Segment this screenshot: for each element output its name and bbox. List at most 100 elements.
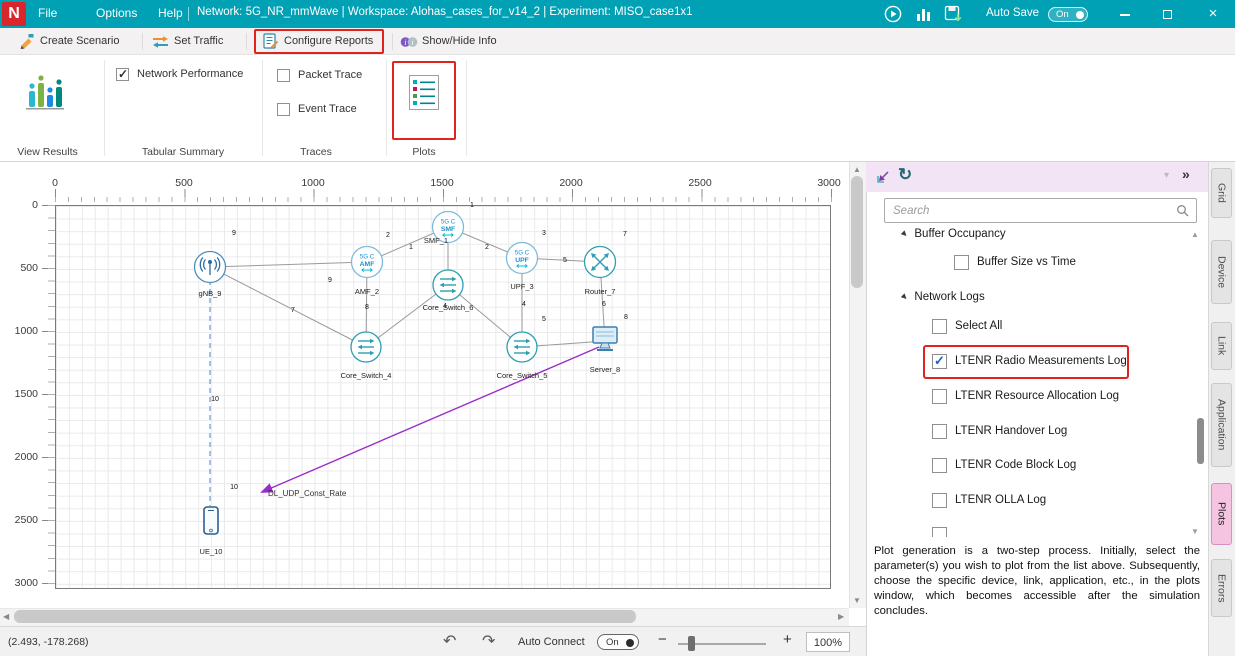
- device-upf-3[interactable]: 5G C UPF: [504, 240, 540, 276]
- checkbox-select-all[interactable]: Select All: [932, 318, 1002, 334]
- svg-text:5G C: 5G C: [360, 254, 375, 261]
- port-number-label: 4: [517, 301, 531, 309]
- checkbox-ltenr-resource-allocation-log[interactable]: LTENR Resource Allocation Log: [932, 388, 1119, 404]
- scroll-left-button[interactable]: [3, 612, 9, 622]
- network-performance-checkbox[interactable]: Network Performance: [116, 66, 243, 82]
- view-metrics-icon[interactable]: [916, 6, 932, 22]
- zoom-out-button[interactable]: −: [658, 631, 667, 648]
- checkbox-label: LTENR Code Block Log: [955, 459, 1076, 471]
- packet-trace-checkbox[interactable]: Packet Trace: [277, 67, 362, 83]
- undo-button[interactable]: [443, 631, 456, 651]
- device-amf-2[interactable]: 5G C AMF: [349, 244, 385, 280]
- checkbox-partial[interactable]: [932, 526, 947, 537]
- divider: [386, 60, 387, 156]
- ruler-x-label: 3000: [809, 177, 849, 189]
- plot-parameter-tree: Buffer Occupancy Buffer Size vs Time Net…: [866, 227, 1196, 537]
- ruler-y-label: 1500: [10, 388, 38, 400]
- show-hide-info-button[interactable]: Show/Hide Info: [422, 35, 497, 47]
- close-button[interactable]: ×: [1196, 0, 1230, 28]
- checkbox-label: LTENR OLLA Log: [955, 494, 1046, 506]
- tab-grid[interactable]: Grid: [1211, 168, 1232, 218]
- checkbox-ltenr-handover-log[interactable]: LTENR Handover Log: [932, 423, 1067, 439]
- search-icon: [1176, 204, 1190, 218]
- device-ue-10[interactable]: [199, 504, 223, 538]
- search-input[interactable]: [884, 198, 1197, 223]
- port-number-label: 10: [208, 396, 222, 404]
- checkbox-label: Network Performance: [137, 68, 243, 80]
- zoom-slider-thumb[interactable]: [688, 636, 695, 651]
- expanded-icon: [900, 229, 909, 238]
- ruler-y-label: 2500: [10, 514, 38, 526]
- auto-connect-label: Auto Connect: [518, 636, 585, 648]
- menu-options[interactable]: Options: [96, 6, 137, 20]
- zoom-in-button[interactable]: +: [783, 631, 792, 648]
- switch-icon: [348, 329, 384, 365]
- checkbox-ltenr-radio-measurements-log[interactable]: LTENR Radio Measurements Log: [932, 353, 1127, 369]
- 5g-core-upf-icon: 5G C UPF: [504, 240, 540, 276]
- gnb-antenna-icon: [192, 249, 228, 285]
- scroll-up-button[interactable]: [853, 165, 861, 175]
- scroll-down-button[interactable]: [853, 596, 861, 606]
- plots-icon[interactable]: [409, 75, 439, 113]
- tab-link[interactable]: Link: [1211, 322, 1232, 370]
- create-scenario-button[interactable]: Create Scenario: [40, 35, 120, 47]
- device-gnb-9[interactable]: [192, 249, 228, 285]
- checkbox-buffer-size-vs-time[interactable]: Buffer Size vs Time: [954, 254, 1076, 270]
- auto-connect-state: On: [606, 637, 619, 648]
- tab-errors[interactable]: Errors: [1211, 559, 1232, 617]
- svg-text:UPF: UPF: [515, 257, 529, 264]
- device-router-7[interactable]: [582, 244, 618, 280]
- device-core-switch-5[interactable]: [504, 329, 540, 365]
- ruler-y-ticks-minor: [48, 205, 55, 589]
- port-number-label: 5: [537, 316, 551, 324]
- panel-header: »: [866, 162, 1208, 192]
- tree-section-buffer-occupancy[interactable]: Buffer Occupancy: [902, 227, 1006, 241]
- view-results-icon[interactable]: [26, 65, 66, 111]
- auto-connect-toggle[interactable]: On: [597, 634, 639, 650]
- tab-application[interactable]: Application: [1211, 383, 1232, 467]
- smartphone-icon: [199, 504, 223, 538]
- refresh-icon[interactable]: [898, 165, 912, 185]
- minimize-button[interactable]: [1108, 0, 1142, 28]
- checkbox-ltenr-olla-log[interactable]: LTENR OLLA Log: [932, 492, 1046, 508]
- horizontal-scroll-thumb[interactable]: [14, 610, 636, 623]
- scroll-right-button[interactable]: [838, 612, 844, 622]
- redo-button[interactable]: [482, 631, 495, 651]
- menu-file[interactable]: File: [38, 6, 57, 20]
- device-core-switch-4[interactable]: [348, 329, 384, 365]
- tab-plots[interactable]: Plots: [1211, 483, 1232, 545]
- group-label-view-results: View Results: [5, 146, 90, 158]
- canvas-grid[interactable]: [55, 205, 831, 589]
- set-traffic-button[interactable]: Set Traffic: [174, 35, 223, 47]
- ruler-x-ticks-minor: [55, 197, 832, 202]
- tree-section-network-logs[interactable]: Network Logs: [902, 289, 985, 304]
- checkbox-label: LTENR Radio Measurements Log: [955, 355, 1127, 367]
- tab-device[interactable]: Device: [1211, 240, 1232, 304]
- menu-help[interactable]: Help: [158, 6, 183, 20]
- run-simulation-icon[interactable]: [884, 5, 902, 23]
- checkbox-box: [277, 69, 290, 82]
- checkbox-ltenr-code-block-log[interactable]: LTENR Code Block Log: [932, 457, 1076, 473]
- expanded-icon: [900, 292, 909, 301]
- configure-reports-button[interactable]: Configure Reports: [284, 35, 373, 47]
- auto-save-toggle[interactable]: On: [1048, 7, 1088, 22]
- expand-panel-icon[interactable]: »: [1182, 166, 1190, 182]
- event-trace-checkbox[interactable]: Event Trace: [277, 101, 357, 117]
- vertical-scroll-thumb[interactable]: [851, 176, 863, 288]
- checkbox-label: LTENR Handover Log: [955, 425, 1067, 437]
- ruler-y-label: 1000: [10, 325, 38, 337]
- svg-text:5G C: 5G C: [515, 250, 530, 257]
- dropdown-caret-icon[interactable]: [1164, 170, 1169, 181]
- device-core-switch-6[interactable]: [430, 267, 466, 303]
- switch-icon: [504, 329, 540, 365]
- device-label: AMF_2: [307, 287, 427, 296]
- save-icon[interactable]: [944, 5, 963, 24]
- dock-panel-icon[interactable]: [876, 169, 892, 185]
- svg-text:i: i: [411, 38, 413, 47]
- tree-scroll-down-button[interactable]: [1191, 527, 1199, 537]
- maximize-button[interactable]: [1150, 0, 1184, 28]
- device-server-8[interactable]: [587, 324, 623, 358]
- toggle-knob: [626, 639, 634, 647]
- tree-scroll-up-button[interactable]: [1191, 230, 1199, 240]
- tree-scroll-thumb[interactable]: [1197, 418, 1204, 464]
